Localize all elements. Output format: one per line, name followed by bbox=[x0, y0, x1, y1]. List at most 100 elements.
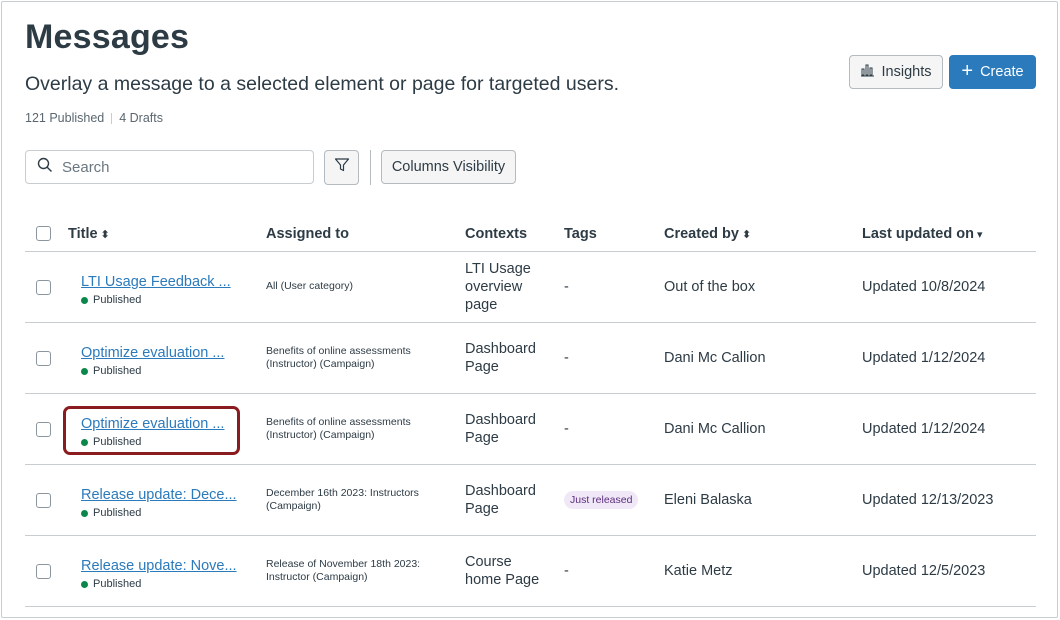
contexts-cell: Dashboard Page bbox=[465, 482, 555, 518]
column-header-title[interactable]: Title ⬍ bbox=[68, 226, 110, 242]
context-line: Page bbox=[465, 429, 499, 446]
message-title-link[interactable]: LTI Usage Feedback ... bbox=[81, 274, 231, 290]
assigned-line: December 16th 2023: Instructors bbox=[266, 486, 419, 499]
context-line: Dashboard bbox=[465, 411, 536, 428]
contexts-cell: Dashboard Page bbox=[465, 411, 555, 447]
message-title-link[interactable]: Release update: Nove... bbox=[81, 558, 237, 574]
count-divider bbox=[111, 112, 113, 124]
message-counts: 121 Published 4 Drafts bbox=[25, 111, 163, 125]
column-header-created[interactable]: Created by ⬍ bbox=[664, 226, 751, 242]
message-title-link[interactable]: Optimize evaluation ... bbox=[81, 416, 224, 432]
tags-cell: - bbox=[564, 421, 569, 437]
sort-icon: ⬍ bbox=[741, 228, 752, 241]
published-count: 121 Published bbox=[25, 111, 105, 125]
published-dot-icon bbox=[81, 580, 88, 588]
messages-table: Title ⬍ Assigned to Contexts Tags Create… bbox=[25, 215, 1036, 607]
message-title-cell: Release update: Dece... Published bbox=[81, 487, 237, 519]
last-updated-cell: Updated 1/12/2024 bbox=[862, 350, 986, 366]
assigned-to-cell: Benefits of online assessments (Instructo… bbox=[266, 416, 446, 442]
contexts-cell: LTI Usage overview page bbox=[465, 260, 555, 314]
context-line: page bbox=[465, 296, 498, 313]
search-input[interactable] bbox=[62, 158, 292, 176]
status-badge: Published bbox=[81, 436, 224, 448]
sort-desc-icon: ▾ bbox=[976, 228, 983, 241]
status-badge: Published bbox=[81, 507, 237, 519]
created-by-cell: Eleni Balaska bbox=[664, 492, 752, 508]
message-title-link[interactable]: Optimize evaluation ... bbox=[81, 345, 224, 361]
table-row: Optimize evaluation ... Published Benefits… bbox=[25, 323, 1036, 394]
message-title-cell: Optimize evaluation ... Published bbox=[81, 416, 224, 448]
row-checkbox[interactable] bbox=[36, 493, 51, 508]
toolbar-divider bbox=[370, 150, 371, 185]
assigned-to-cell: Benefits of online assessments (Instructo… bbox=[266, 345, 446, 371]
select-all-checkbox[interactable] bbox=[36, 226, 51, 241]
assigned-to-cell: All (User category) bbox=[266, 280, 446, 293]
table-header: Title ⬍ Assigned to Contexts Tags Create… bbox=[25, 215, 1036, 252]
assigned-line: Benefits of online assessments bbox=[266, 415, 411, 428]
last-updated-cell: Updated 12/5/2023 bbox=[862, 563, 986, 579]
tag-pill: Just released bbox=[564, 491, 639, 509]
message-title-cell: Release update: Nove... Published bbox=[81, 558, 237, 590]
page-subtitle: Overlay a message to a selected element … bbox=[25, 73, 619, 95]
context-line: LTI Usage bbox=[465, 260, 531, 277]
table-row: Release update: Dece... Published December… bbox=[25, 465, 1036, 536]
insights-label: Insights bbox=[881, 64, 932, 80]
search-box[interactable] bbox=[25, 150, 314, 184]
context-line: Dashboard bbox=[465, 340, 536, 357]
contexts-cell: Course home Page bbox=[465, 553, 555, 589]
assigned-line: Benefits of online assessments bbox=[266, 344, 411, 357]
assigned-to-cell: December 16th 2023: Instructors (Campaign… bbox=[266, 487, 446, 513]
message-title-cell: LTI Usage Feedback ... Published bbox=[81, 274, 231, 306]
published-dot-icon bbox=[81, 438, 88, 446]
assigned-line: (Instructor) (Campaign) bbox=[266, 357, 375, 370]
context-line: overview bbox=[465, 278, 523, 295]
created-by-cell: Katie Metz bbox=[664, 563, 733, 579]
context-line: Page bbox=[465, 358, 499, 375]
row-checkbox[interactable] bbox=[36, 280, 51, 295]
table-body: LTI Usage Feedback ... Published All (User… bbox=[25, 252, 1036, 607]
status-badge: Published bbox=[81, 365, 224, 377]
plus-icon: + bbox=[961, 60, 974, 82]
filter-button[interactable] bbox=[324, 150, 359, 185]
page-title: Messages bbox=[25, 18, 190, 56]
drafts-count: 4 Drafts bbox=[119, 111, 163, 125]
context-line: home Page bbox=[465, 571, 540, 588]
table-row: LTI Usage Feedback ... Published All (User… bbox=[25, 252, 1036, 323]
filter-icon bbox=[334, 157, 350, 178]
context-line: Dashboard bbox=[465, 482, 536, 499]
tags-cell: - bbox=[564, 563, 569, 579]
created-by-cell: Dani Mc Callion bbox=[664, 421, 766, 437]
columns-visibility-button[interactable]: Columns Visibility bbox=[381, 150, 516, 184]
assigned-line: (Campaign) bbox=[266, 499, 321, 512]
assigned-line: Instructor (Campaign) bbox=[266, 570, 368, 583]
assigned-to-cell: Release of November 18th 2023: Instructor… bbox=[266, 558, 446, 584]
message-title-cell: Optimize evaluation ... Published bbox=[81, 345, 224, 377]
row-checkbox[interactable] bbox=[36, 422, 51, 437]
created-by-cell: Out of the box bbox=[664, 279, 756, 295]
tags-cell: - bbox=[564, 350, 569, 366]
search-icon bbox=[37, 157, 53, 178]
contexts-cell: Dashboard Page bbox=[465, 340, 555, 376]
sort-icon: ⬍ bbox=[100, 228, 110, 241]
tags-cell: - bbox=[564, 279, 569, 295]
assigned-line: All (User category) bbox=[266, 280, 353, 292]
published-dot-icon bbox=[81, 509, 88, 517]
assigned-line: Release of November 18th 2023: bbox=[266, 557, 421, 570]
status-badge: Published bbox=[81, 294, 231, 306]
created-by-cell: Dani Mc Callion bbox=[664, 350, 766, 366]
column-header-contexts: Contexts bbox=[465, 226, 528, 242]
create-button[interactable]: + Create bbox=[949, 55, 1036, 89]
row-checkbox[interactable] bbox=[36, 351, 51, 366]
app-frame: Messages Overlay a message to a selected… bbox=[1, 1, 1058, 618]
assigned-line: (Instructor) (Campaign) bbox=[266, 428, 375, 441]
column-header-tags: Tags bbox=[564, 226, 597, 242]
table-row: Optimize evaluation ... Published Benefits… bbox=[25, 394, 1036, 465]
create-label: Create bbox=[980, 64, 1024, 80]
column-header-updated[interactable]: Last updated on ▾ bbox=[862, 226, 983, 242]
last-updated-cell: Updated 12/13/2023 bbox=[862, 492, 994, 508]
status-badge: Published bbox=[81, 578, 237, 590]
insights-button[interactable]: Insights bbox=[849, 55, 943, 89]
row-checkbox[interactable] bbox=[36, 564, 51, 579]
message-title-link[interactable]: Release update: Dece... bbox=[81, 487, 237, 503]
context-line: Page bbox=[465, 500, 499, 517]
